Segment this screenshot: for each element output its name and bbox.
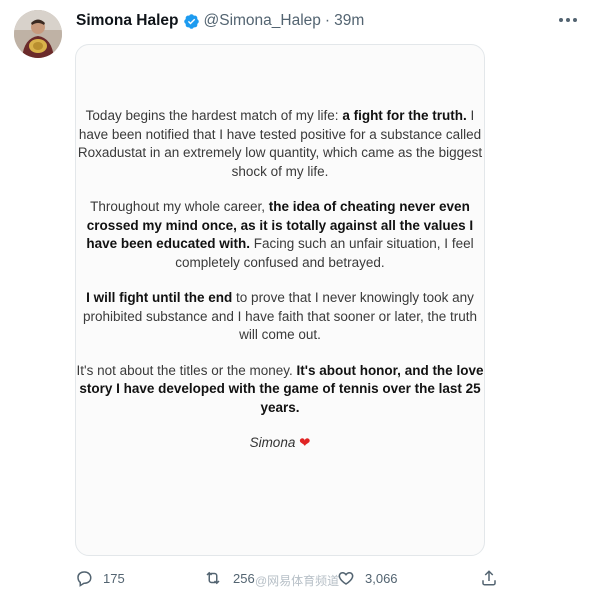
retweet-icon	[206, 571, 220, 585]
statement-paragraph: Throughout my whole career, the idea of …	[86, 199, 474, 270]
statement-text: Today begins the hardest match of my lif…	[76, 107, 484, 470]
avatar-photo-icon	[14, 10, 62, 58]
watermark: @网易体育频道	[255, 574, 340, 588]
retweet-count: 256	[233, 570, 255, 586]
retweet-button[interactable]: 256	[203, 566, 255, 590]
more-horizontal-icon	[559, 18, 577, 22]
statement-image[interactable]: Today begins the hardest match of my lif…	[75, 44, 485, 556]
avatar[interactable]	[14, 10, 62, 58]
statement-paragraph: Today begins the hardest match of my lif…	[77, 108, 483, 179]
more-options-button[interactable]	[556, 10, 580, 30]
like-button[interactable]: 3,066	[337, 566, 398, 590]
verified-badge-icon	[183, 13, 199, 29]
share-icon	[482, 570, 496, 586]
like-count: 3,066	[365, 570, 398, 586]
statement-paragraph: It's not about the titles or the money. …	[76, 362, 484, 415]
statement-paragraph: I will fight until the end to prove that…	[82, 290, 477, 342]
display-name[interactable]: Simona Halep	[76, 12, 179, 30]
user-handle[interactable]: @Simona_Halep	[204, 12, 321, 30]
tweet[interactable]: Simona Halep @Simona_Halep · 39m Today b…	[0, 0, 594, 600]
separator-dot: ·	[324, 12, 331, 29]
tweet-header: Simona Halep @Simona_Halep · 39m	[76, 10, 364, 32]
signature: Simona ❤	[249, 435, 311, 450]
heart-icon: ❤	[299, 435, 311, 450]
heart-icon	[338, 571, 354, 585]
reply-count: 175	[103, 570, 125, 586]
reply-button[interactable]: 175	[75, 566, 125, 590]
share-button[interactable]	[480, 566, 508, 590]
timestamp[interactable]: 39m	[334, 12, 364, 30]
reply-icon	[77, 571, 92, 587]
